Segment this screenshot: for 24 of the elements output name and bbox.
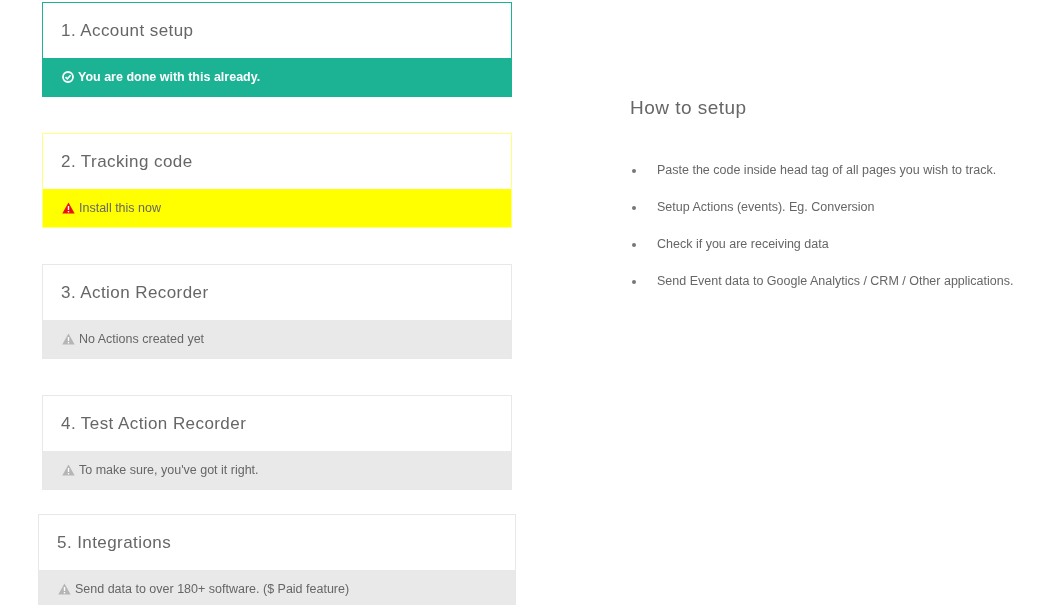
status-message: You are done with this already. <box>78 68 261 86</box>
check-circle-icon <box>62 71 74 83</box>
status-message: To make sure, you've got it right. <box>79 461 259 479</box>
status-message: Install this now <box>79 199 161 217</box>
step-title: 5. Integrations <box>57 531 172 554</box>
step-title: 1. Account setup <box>61 19 194 42</box>
setup-step: Paste the code inside head tag of all pages you wish to track. <box>657 160 1057 180</box>
setup-step: Send Event data to Google Analytics / CRM / Other applications. <box>657 271 1057 291</box>
bullet-icon <box>632 168 636 173</box>
status-message: Send data to over 180+ software. ($ Paid feature) <box>75 580 350 598</box>
setup-step: Setup Actions (events). Eg. Conversion <box>657 197 1057 217</box>
step-title: 3. Action Recorder <box>61 281 209 304</box>
status-message: No Actions created yet <box>79 330 205 348</box>
warning-icon <box>62 202 75 214</box>
step-title: 2. Tracking code <box>61 150 193 173</box>
step-title: 4. Test Action Recorder <box>61 412 247 435</box>
bullet-icon <box>632 242 636 247</box>
section-heading: How to setup <box>630 96 748 120</box>
bullet-icon <box>632 205 636 210</box>
warning-icon <box>58 583 71 595</box>
bullet-icon <box>632 279 636 284</box>
warning-icon <box>62 464 75 476</box>
warning-icon <box>62 333 75 345</box>
setup-step: Check if you are receiving data <box>657 234 1057 254</box>
